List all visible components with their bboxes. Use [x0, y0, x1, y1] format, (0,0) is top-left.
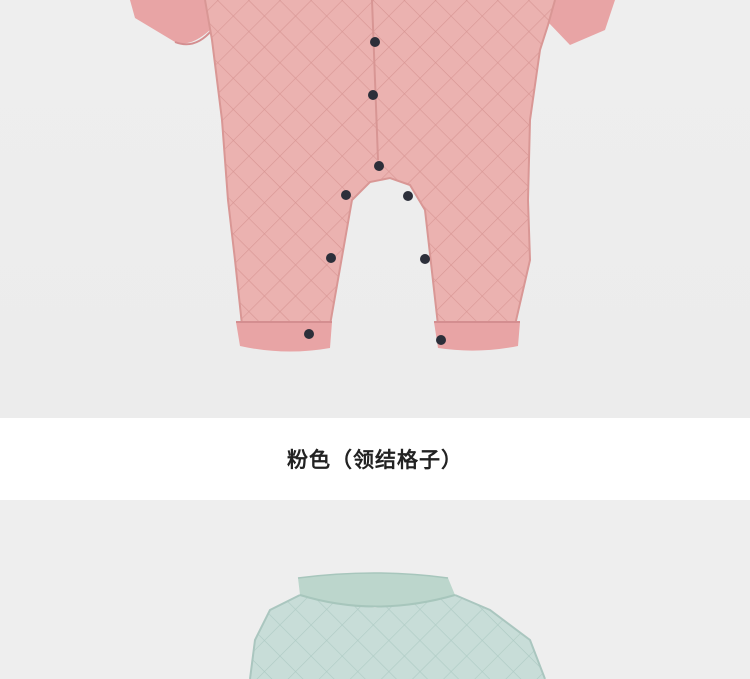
product-photo-mint-romper	[0, 500, 750, 679]
snap-button	[326, 253, 336, 263]
snap-button	[304, 329, 314, 339]
snap-button	[368, 90, 378, 100]
mint-romper-illustration	[249, 572, 546, 679]
left-sleeve-cuff	[130, 0, 215, 44]
mint-romper-body	[250, 595, 545, 679]
left-ankle-cuff	[236, 322, 332, 352]
snap-button	[420, 254, 430, 264]
snap-button	[341, 190, 351, 200]
snap-button	[436, 335, 446, 345]
pink-romper-illustration	[130, 0, 615, 352]
right-ankle-cuff	[434, 322, 520, 351]
snap-button	[403, 191, 413, 201]
caption-band: 粉色（领结格子）	[0, 418, 750, 500]
snap-button	[374, 161, 384, 171]
color-variant-caption: 粉色（领结格子）	[287, 448, 463, 472]
snap-button	[370, 37, 380, 47]
product-photo-pink-romper	[0, 0, 750, 418]
